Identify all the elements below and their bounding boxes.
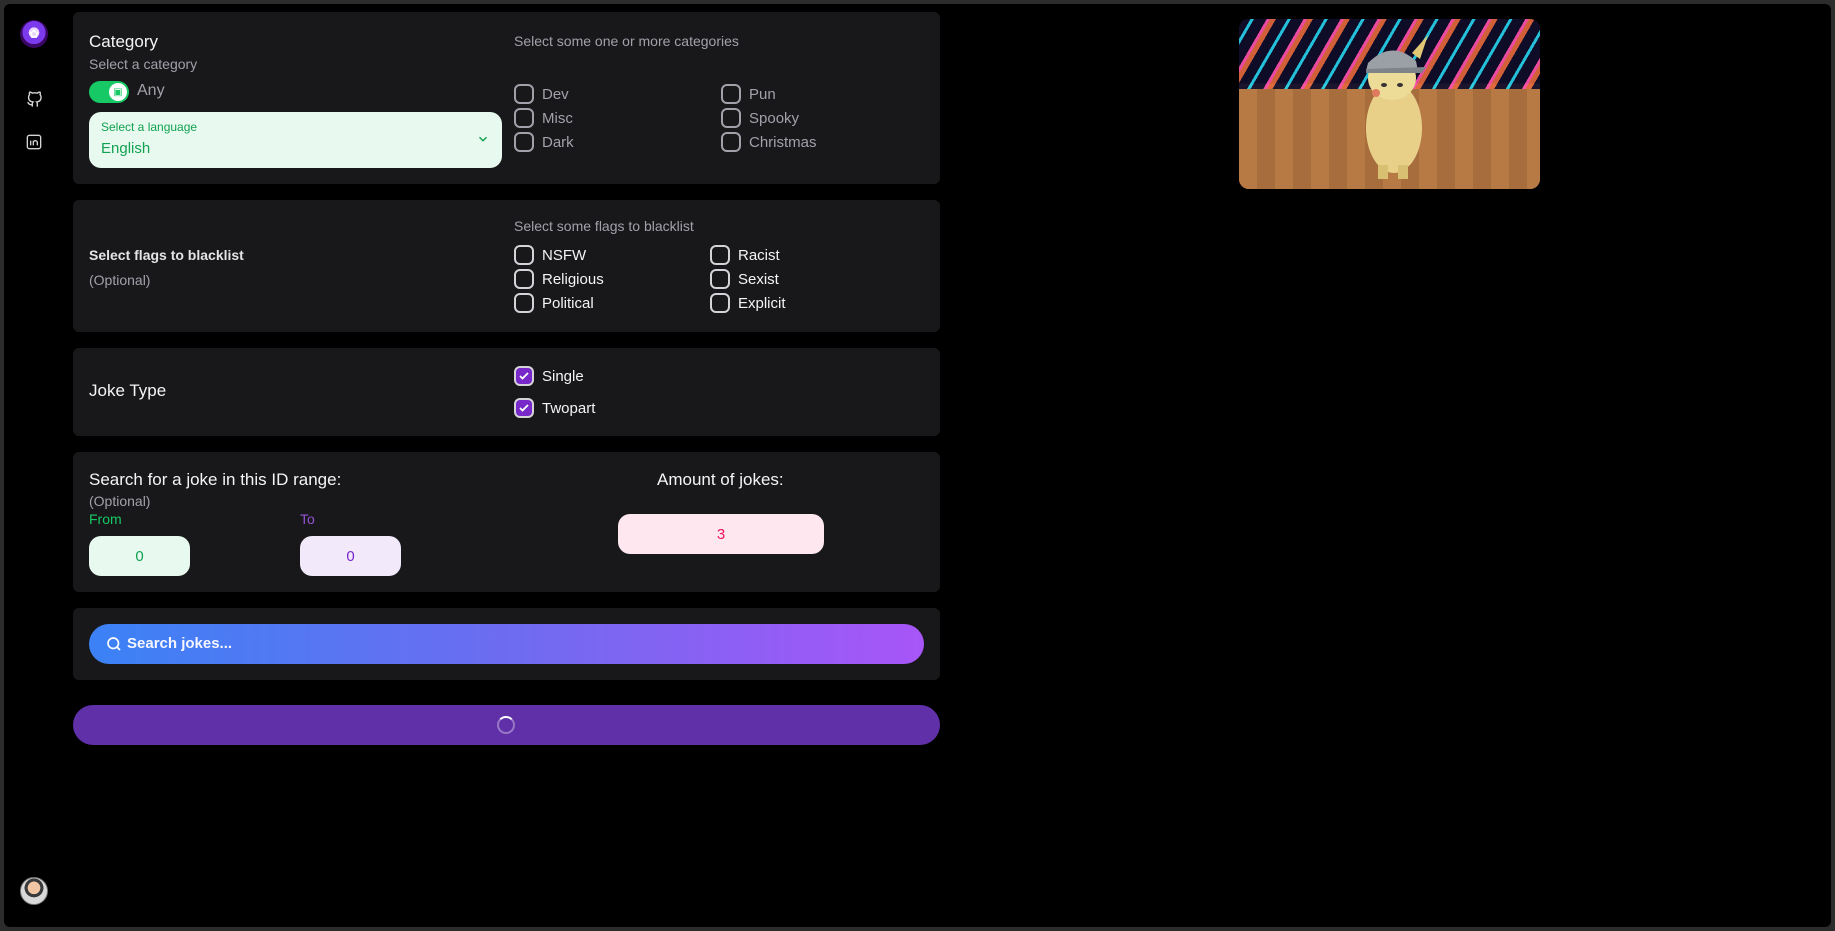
from-label: From [89, 511, 122, 527]
category-checkbox-pun[interactable]: Pun [721, 84, 776, 104]
to-label: To [300, 511, 315, 527]
joke-type-panel: Joke Type Single Twopart [73, 348, 940, 436]
to-input[interactable]: 0 [300, 536, 401, 576]
blacklist-hint: Select some flags to blacklist [514, 218, 694, 234]
sidebar: ✿ [4, 4, 64, 927]
flag-checkbox-religious[interactable]: Religious [514, 269, 604, 289]
submit-button[interactable] [73, 705, 940, 745]
github-icon[interactable] [22, 87, 46, 111]
category-checkbox-christmas[interactable]: Christmas [721, 132, 817, 152]
flag-checkbox-racist[interactable]: Racist [710, 245, 780, 265]
joke-type-checkbox-twopart[interactable]: Twopart [514, 398, 595, 418]
search-icon [107, 637, 121, 651]
category-checkbox-dev[interactable]: Dev [514, 84, 569, 104]
id-range-panel: Search for a joke in this ID range: (Opt… [73, 452, 940, 592]
blacklist-optional: (Optional) [89, 272, 151, 288]
app-logo-icon[interactable]: ✿ [20, 20, 48, 48]
search-input[interactable]: Search jokes... [89, 624, 924, 664]
user-avatar[interactable] [20, 877, 48, 905]
joke-type-title: Joke Type [89, 381, 167, 400]
language-select-value: English [101, 140, 151, 157]
pikachu-figure-icon [1366, 35, 1428, 179]
check-icon [514, 366, 534, 386]
category-subtitle: Select a category [89, 56, 198, 72]
id-range-title: Search for a joke in this ID range: [89, 470, 342, 489]
category-hint: Select some one or more categories [514, 33, 739, 49]
toggle-knob-icon: ▣ [109, 83, 127, 101]
language-select-label: Select a language [101, 120, 198, 134]
chevron-down-icon [478, 136, 488, 142]
app-frame: ✿ Category Select a category ▣ Any Selec… [4, 4, 1831, 927]
category-checkbox-misc[interactable]: Misc [514, 108, 573, 128]
flag-checkbox-political[interactable]: Political [514, 293, 594, 313]
pikachu-dancing-image [1239, 19, 1540, 189]
joke-type-checkbox-single[interactable]: Single [514, 366, 584, 386]
language-select[interactable]: Select a language English [89, 112, 502, 168]
search-placeholder: Search jokes... [127, 635, 233, 652]
search-panel: Search jokes... [73, 608, 940, 680]
id-range-optional: (Optional) [89, 493, 151, 509]
loading-spinner-icon [497, 716, 515, 734]
any-toggle-label: Any [137, 82, 165, 99]
flag-checkbox-explicit[interactable]: Explicit [710, 293, 786, 313]
category-checkbox-spooky[interactable]: Spooky [721, 108, 799, 128]
flag-checkbox-sexist[interactable]: Sexist [710, 269, 779, 289]
amount-title: Amount of jokes: [657, 470, 784, 489]
amount-input[interactable]: 3 [618, 514, 824, 554]
blacklist-panel: Select flags to blacklist (Optional) Sel… [73, 200, 940, 332]
any-category-toggle[interactable]: ▣ [89, 81, 129, 103]
blacklist-title: Select flags to blacklist [89, 247, 244, 263]
linkedin-icon[interactable] [22, 130, 46, 154]
category-checkbox-dark[interactable]: Dark [514, 132, 574, 152]
check-icon [514, 398, 534, 418]
from-input[interactable]: 0 [89, 536, 190, 576]
category-title: Category [89, 32, 158, 51]
category-panel: Category Select a category ▣ Any Select … [73, 12, 940, 184]
flag-checkbox-nsfw[interactable]: NSFW [514, 245, 586, 265]
